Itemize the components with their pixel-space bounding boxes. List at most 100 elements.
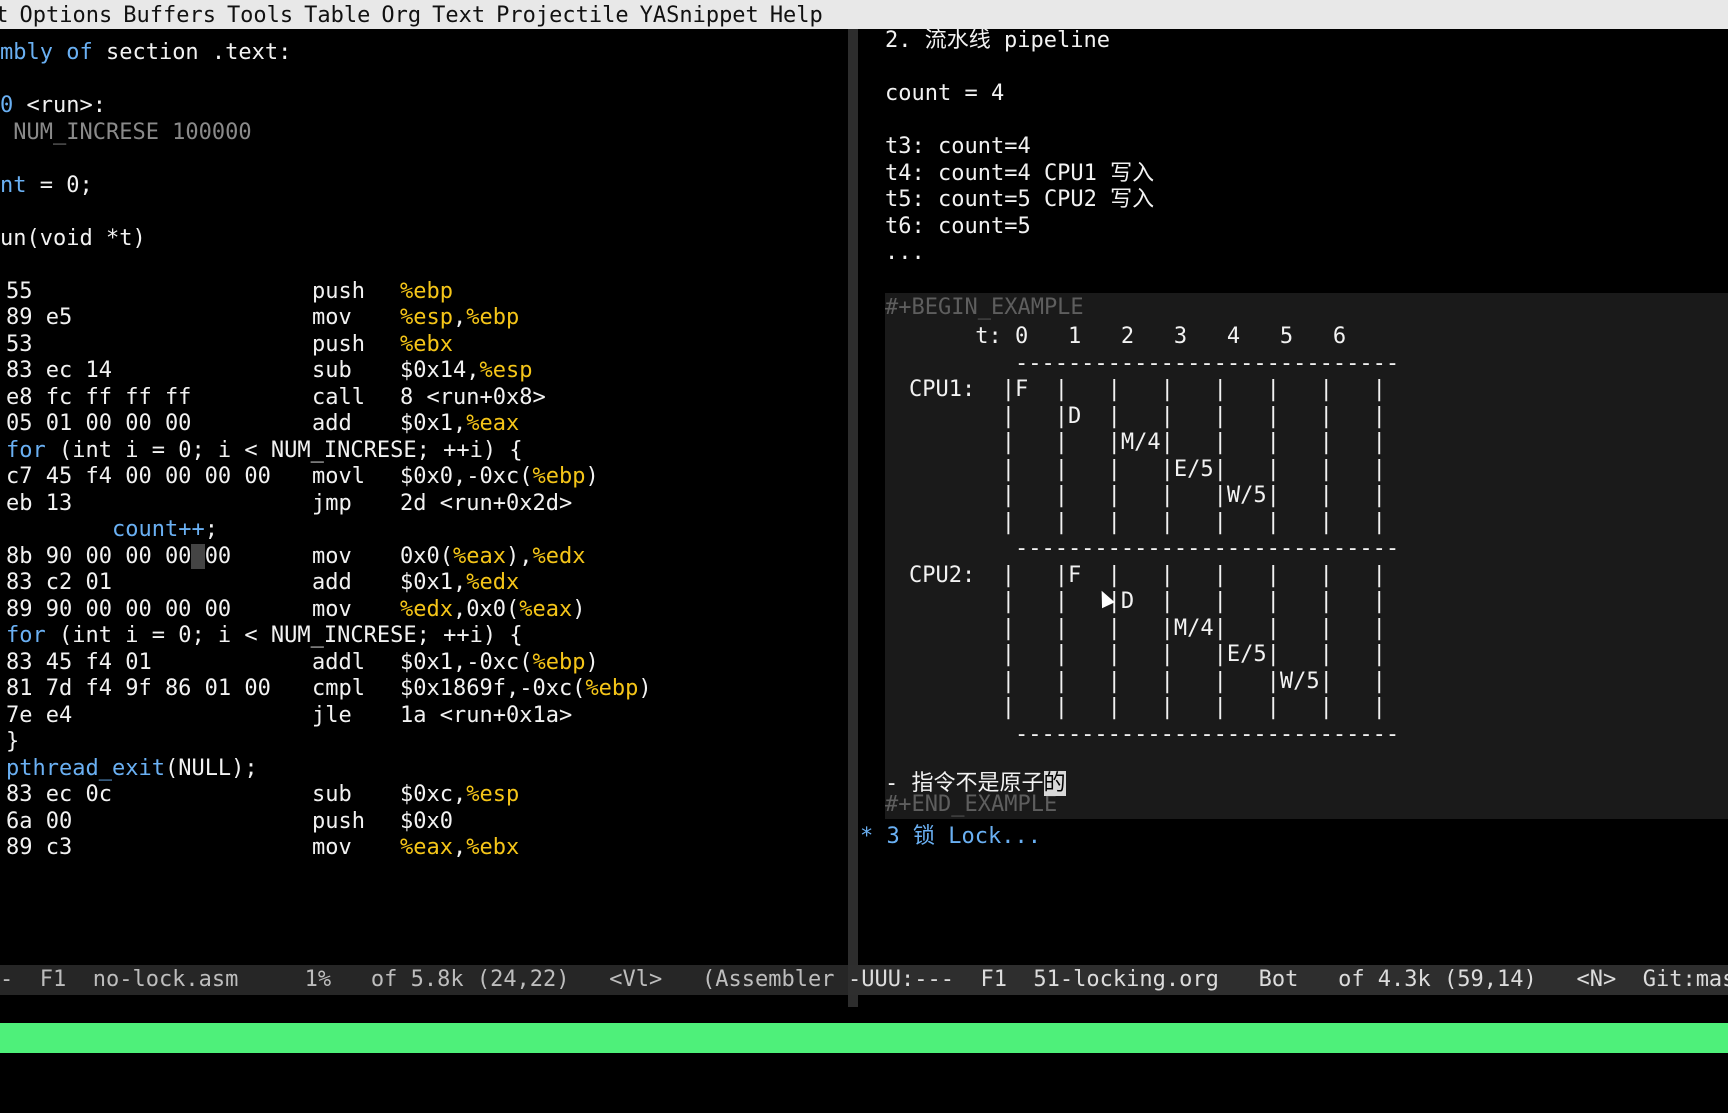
asm-opcode: mov [312,305,352,330]
asm-bytes: 05 01 00 00 00 [6,411,192,436]
source-text: pthread_exit(NULL); [6,755,258,781]
bullet-text: - 指令不是原子 [885,771,1044,796]
count-line: count = 4 [885,81,1005,106]
asm-bytes: 89 c3 [6,835,73,860]
asm-operands: 0x0(%eax),%edx [400,543,586,569]
menu-item-it[interactable]: it [0,3,9,28]
asm-opcode: push [312,808,365,834]
menu-item-help[interactable]: Help [770,3,823,28]
asm-bytes: 7e e4 [6,702,73,728]
asm-operands: $0x1,%edx [400,570,520,595]
asm-opcode: jle [312,702,352,728]
asm-operands: 1a <run+0x1a> [400,702,573,728]
menu-item-yasnippet[interactable]: YASnippet [640,3,759,28]
menu-bar: it Options Buffers Tools Table Org Text Project… [0,0,1728,29]
timeline-item: t3: count=4 [885,134,1031,159]
begin-example-marker: #+BEGIN_EXAMPLE [885,295,1084,320]
diagram-row: | | | | | | | | [909,695,1386,720]
asm-operands: %esp,%ebp [400,305,520,330]
header-line: un(void *t) [0,225,146,251]
asm-bytes: 83 ec 0c [6,782,112,807]
diagram-row: | | | | |E/5| | | [909,642,1386,667]
diagram-row: ----------------------------- [909,721,1400,747]
right-mode-line: -UUU:--- F1 51-locking.org Bot of 4.3k (… [848,965,1728,995]
menu-item-table[interactable]: Table [304,3,370,28]
source-text: for (int i = 0; i < NUM_INCRESE; ++i) { [6,623,523,648]
asm-opcode: mov [312,543,352,569]
left-editor-pane[interactable]: mbly of section .text: 0 <run>: NUM_INCRE… [0,29,848,977]
asm-bytes: 89 e5 [6,305,73,330]
diagram-row: | | | | | |W/5| | [909,668,1386,694]
asm-opcode: addl [312,649,365,675]
asm-opcode: add [312,411,352,436]
menu-item-text[interactable]: Text [432,3,485,28]
diagram-row: ----------------------------- [909,350,1400,376]
diagram-row: t: 0 1 2 3 4 5 6 [909,324,1347,349]
menu-item-org[interactable]: Org [381,3,421,28]
asm-operands: $0x0 [400,808,453,834]
left-mode-line: - F1 no-lock.asm 1% of 5.8k (24,22) <Vl>… [0,965,848,995]
window-divider[interactable] [848,29,858,1007]
asm-operands: %ebx [400,331,453,357]
asm-opcode: push [312,278,365,304]
diagram-row: CPU2: | |F | | | | | | [909,562,1386,588]
asm-bytes: 89 90 00 00 00 00 [6,596,232,622]
asm-operands: %edx,0x0(%eax) [400,596,586,622]
asm-bytes: 83 ec 14 [6,358,112,383]
source-text: } [6,729,20,754]
asm-opcode: sub [312,358,352,383]
diagram-row: | | |D | | | | | [909,589,1386,614]
asm-bytes: c7 45 f4 00 00 00 00 [6,464,271,489]
header-line: mbly of section .text: [0,40,292,65]
menu-item-options[interactable]: Options [20,3,113,28]
bullet-not-atomic: - 指令不是原子的 [885,769,1066,798]
asm-opcode: mov [312,835,352,860]
asm-bytes: 6a 00 [6,808,73,834]
timeline-item: t6: count=5 [885,213,1031,239]
asm-opcode: push [312,331,365,357]
asm-bytes: 83 c2 01 [6,570,112,595]
heading-lock[interactable]: * 3 锁 Lock... [860,822,1041,851]
diagram-row: | | | |E/5| | | | [909,456,1386,482]
asm-operands: $0x1,%eax [400,411,520,436]
diagram-row: | | |M/4| | | | | [909,430,1386,455]
asm-opcode: mov [312,596,352,622]
asm-opcode: add [312,570,352,595]
diagram-row: | | | | |W/5| | | [909,483,1386,508]
diagram-row: | |D | | | | | | [909,403,1386,429]
tmux-status-bar: 0:emacs* 1:zsh- emacs -n [0,1023,1728,1110]
menu-item-tools[interactable]: Tools [227,3,293,28]
right-editor-pane[interactable]: 2. 流水线 pipeline count = 4 t3: count=4 t4:… [858,29,1728,977]
asm-operands: $0x14,%esp [400,358,533,383]
asm-opcode: jmp [312,490,352,516]
asm-bytes: e8 fc ff ff ff [6,384,192,410]
asm-operands: $0x0,-0xc(%ebp) [400,464,599,489]
tmux-session-name: emacs -n [1628,1085,1728,1110]
source-text: for (int i = 0; i < NUM_INCRESE; ++i) { [6,437,523,463]
example-block: #+BEGIN_EXAMPLE t: 0 1 2 3 4 5 6 -------… [885,293,1728,819]
tmux-window-list[interactable]: 0:emacs* 1:zsh- [0,1053,193,1083]
asm-bytes: 8b 90 00 00 00 00 [6,543,232,569]
asm-bytes: 55 [6,278,33,304]
asm-operands: 2d <run+0x2d> [400,490,573,516]
diagram-row: | | | |M/4| | | | [909,615,1386,641]
asm-opcode: cmpl [312,676,365,701]
header-line: NUM_INCRESE 100000 [0,119,252,145]
asm-opcode: movl [312,464,365,489]
timeline-item: t4: count=4 CPU1 写入 [885,160,1155,186]
heading-pipeline: 2. 流水线 pipeline [885,29,1110,53]
diagram-row: | | | | | | | | [909,509,1386,535]
asm-operands: %eax,%ebx [400,835,520,860]
asm-operands: $0xc,%esp [400,782,520,807]
menu-item-buffers[interactable]: Buffers [123,3,216,28]
asm-bytes: 81 7d f4 9f 86 01 00 [6,676,271,701]
asm-bytes: 53 [6,331,33,357]
header-line: 0 <run>: [0,93,106,118]
asm-operands: $0x1869f,-0xc(%ebp) [400,676,652,701]
menu-item-projectile[interactable]: Projectile [496,3,628,28]
asm-opcode: sub [312,782,352,807]
asm-opcode: call [312,384,365,410]
diagram-row: CPU1: |F | | | | | | | [909,377,1386,402]
asm-bytes: eb 13 [6,490,73,516]
asm-operands: %ebp [400,278,453,304]
